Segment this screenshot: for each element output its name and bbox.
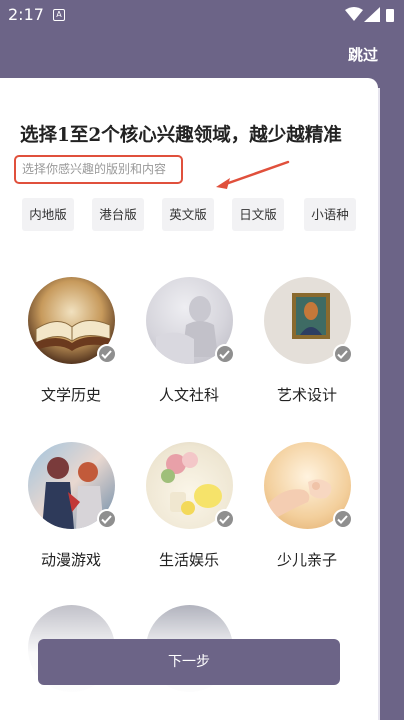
- interest-humanities-social[interactable]: 人文社科: [144, 277, 235, 405]
- interest-label: 少儿亲子: [276, 551, 337, 569]
- notification-icon: A: [53, 9, 65, 21]
- interest-life-entertainment[interactable]: 生活娱乐: [144, 442, 235, 570]
- tab-hk-tw[interactable]: 港台版: [92, 198, 144, 231]
- status-bar: 2:17 A: [0, 0, 404, 30]
- anime-avatar: [27, 442, 117, 529]
- subtitle-highlighted: 选择你感兴趣的版别和内容: [14, 155, 183, 184]
- skip-button[interactable]: 跳过: [348, 44, 378, 65]
- tab-minor-languages[interactable]: 小语种: [304, 198, 356, 231]
- interest-label: 文学历史: [40, 386, 101, 404]
- tab-japanese[interactable]: 日文版: [232, 198, 284, 231]
- status-time: 2:17: [8, 5, 44, 24]
- interest-children-parenting[interactable]: 少儿亲子: [262, 442, 353, 570]
- interest-label: 生活娱乐: [158, 551, 219, 569]
- check-icon[interactable]: [332, 509, 353, 529]
- annotation-arrow-icon: [216, 160, 290, 189]
- interest-label: 动漫游戏: [40, 551, 101, 569]
- page-title: 选择1至2个核心兴趣领域，越少越精准: [20, 125, 342, 146]
- check-icon[interactable]: [96, 344, 117, 364]
- life-avatar: [145, 442, 235, 529]
- literature-avatar: [27, 277, 117, 364]
- children-avatar: [263, 442, 353, 529]
- interest-literature-history[interactable]: 文学历史: [26, 277, 117, 405]
- art-avatar: [263, 277, 353, 364]
- interest-art-design[interactable]: 艺术设计: [262, 277, 353, 405]
- wifi-icon: [345, 7, 363, 21]
- humanities-avatar: [145, 277, 235, 364]
- battery-icon: [386, 9, 394, 22]
- check-icon[interactable]: [214, 509, 235, 529]
- interest-card: 选择1至2个核心兴趣领域，越少越精准 选择你感兴趣的版别和内容 内地版 港台版 …: [0, 78, 378, 720]
- interest-label: 艺术设计: [276, 386, 337, 404]
- interest-anime-games[interactable]: 动漫游戏: [26, 442, 117, 570]
- check-icon[interactable]: [96, 509, 117, 529]
- signal-icon: [364, 7, 380, 22]
- tab-english[interactable]: 英文版: [162, 198, 214, 231]
- tab-mainland[interactable]: 内地版: [22, 198, 74, 231]
- check-icon[interactable]: [332, 344, 353, 364]
- next-step-button[interactable]: 下一步: [38, 639, 340, 685]
- interest-label: 人文社科: [158, 386, 219, 404]
- check-icon[interactable]: [214, 344, 235, 364]
